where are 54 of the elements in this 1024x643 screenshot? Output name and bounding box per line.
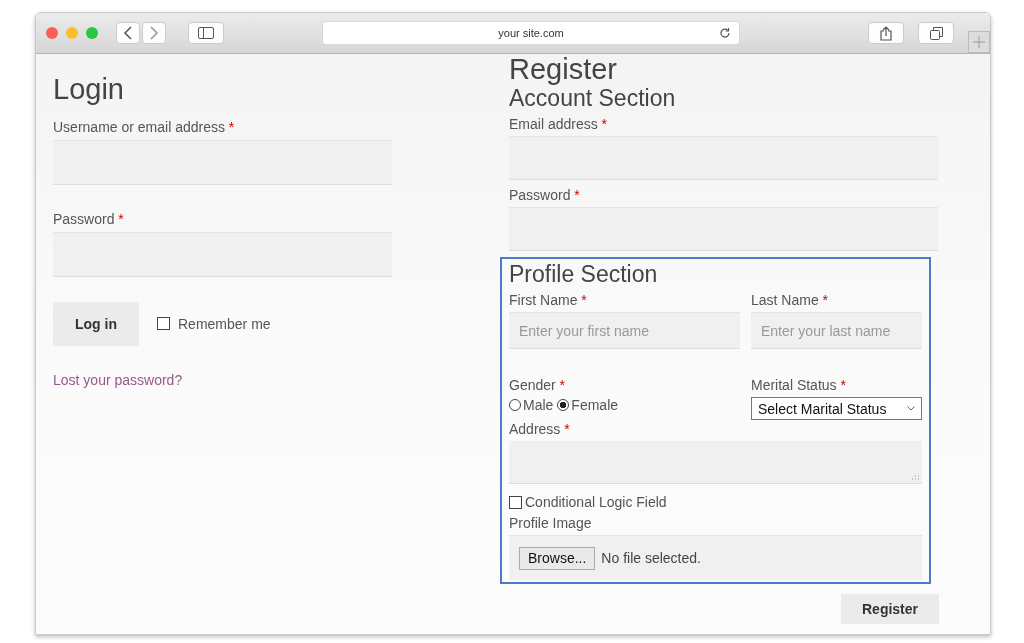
- chevron-right-icon: [149, 26, 159, 40]
- lost-password-link[interactable]: Lost your password?: [53, 371, 493, 388]
- reload-icon[interactable]: [719, 27, 731, 39]
- close-icon[interactable]: [46, 27, 58, 39]
- field-label: Last Name *: [751, 291, 830, 310]
- radio-label: Male: [523, 397, 554, 414]
- checkbox-label: Remember me: [178, 315, 271, 332]
- url-text: your site.com: [498, 27, 564, 39]
- back-button[interactable]: [116, 22, 140, 44]
- section-heading: Account Section: [509, 85, 677, 112]
- checkbox-label: Conditional Logic Field: [525, 494, 667, 511]
- chevron-left-icon: [123, 26, 133, 40]
- field-label: Profile Image: [509, 514, 593, 533]
- field-label: Address *: [509, 420, 571, 439]
- chevron-down-icon: [907, 406, 915, 412]
- browse-button[interactable]: Browse...: [519, 547, 596, 570]
- field-label: Password *: [509, 186, 581, 205]
- new-tab-button[interactable]: [968, 31, 990, 53]
- field-label: Email address *: [509, 115, 609, 134]
- first-name-field[interactable]: Enter your first name: [509, 312, 740, 350]
- field-label: Username or email address *: [53, 117, 236, 136]
- tabs-button[interactable]: [918, 22, 954, 44]
- input-field[interactable]: [53, 139, 392, 185]
- field-label: Merital Status *: [751, 376, 847, 395]
- input-field[interactable]: [509, 136, 938, 181]
- login-heading: Login: [53, 74, 125, 106]
- register-button[interactable]: Register: [841, 594, 939, 625]
- zoom-icon[interactable]: [86, 27, 98, 39]
- last-name-field[interactable]: Enter your last name: [751, 312, 922, 350]
- resize-grip-icon[interactable]: [912, 475, 919, 481]
- tabs-icon: [929, 26, 943, 40]
- file-status: No file selected.: [601, 550, 701, 567]
- radio-button[interactable]: [557, 399, 570, 412]
- marital-status-dropdown[interactable]: Select Marital Status: [751, 397, 922, 421]
- radio-button[interactable]: [509, 399, 521, 412]
- login-button[interactable]: Log in: [53, 301, 139, 346]
- field-label: Gender *: [509, 376, 567, 395]
- section-heading: Profile Section: [509, 262, 659, 288]
- field-label: First Name *: [509, 291, 588, 310]
- address-field[interactable]: [509, 441, 922, 485]
- field-label: Password *: [53, 209, 125, 228]
- address-bar[interactable]: your site.com: [322, 21, 740, 45]
- input-field[interactable]: [509, 207, 938, 252]
- checkbox[interactable]: [509, 496, 522, 509]
- share-icon: [880, 25, 892, 41]
- sidebar-icon: [198, 27, 214, 39]
- sidebar-button[interactable]: [188, 22, 224, 44]
- input-field[interactable]: [53, 231, 392, 277]
- plus-icon: [973, 36, 985, 48]
- radio-label: Female: [571, 397, 619, 414]
- checkbox[interactable]: [157, 317, 170, 331]
- file-upload-field[interactable]: Browse... No file selected.: [509, 535, 922, 581]
- register-heading: Register: [509, 54, 618, 86]
- share-button[interactable]: [868, 22, 904, 44]
